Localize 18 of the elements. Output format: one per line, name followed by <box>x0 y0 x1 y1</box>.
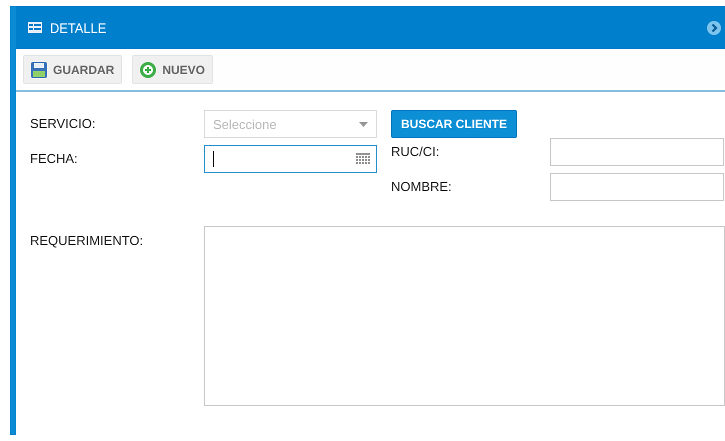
form-icon <box>28 22 42 33</box>
field-label: RUC/CI: <box>391 143 440 161</box>
field-label: FECHA: <box>30 150 79 168</box>
date-field[interactable] <box>204 145 377 173</box>
field-label: SERVICIO: <box>30 115 97 133</box>
dropdown-arrow-icon <box>359 122 368 126</box>
field-label: NOMBRE: <box>391 178 452 196</box>
calendar-icon <box>356 153 370 165</box>
save-button[interactable]: GUARDAR <box>23 55 122 84</box>
new-button[interactable]: NUEVO <box>132 55 214 84</box>
add-icon <box>140 62 156 78</box>
expand-icon[interactable] <box>707 20 721 34</box>
requirement-textarea[interactable] <box>204 226 725 406</box>
ruc-field[interactable] <box>550 138 724 166</box>
name-field[interactable] <box>550 173 724 201</box>
panel-title: DETALLE <box>50 20 106 36</box>
field-label: REQUERIMIENTO: <box>30 232 144 250</box>
search-client-button[interactable]: BUSCAR CLIENTE <box>391 110 518 138</box>
